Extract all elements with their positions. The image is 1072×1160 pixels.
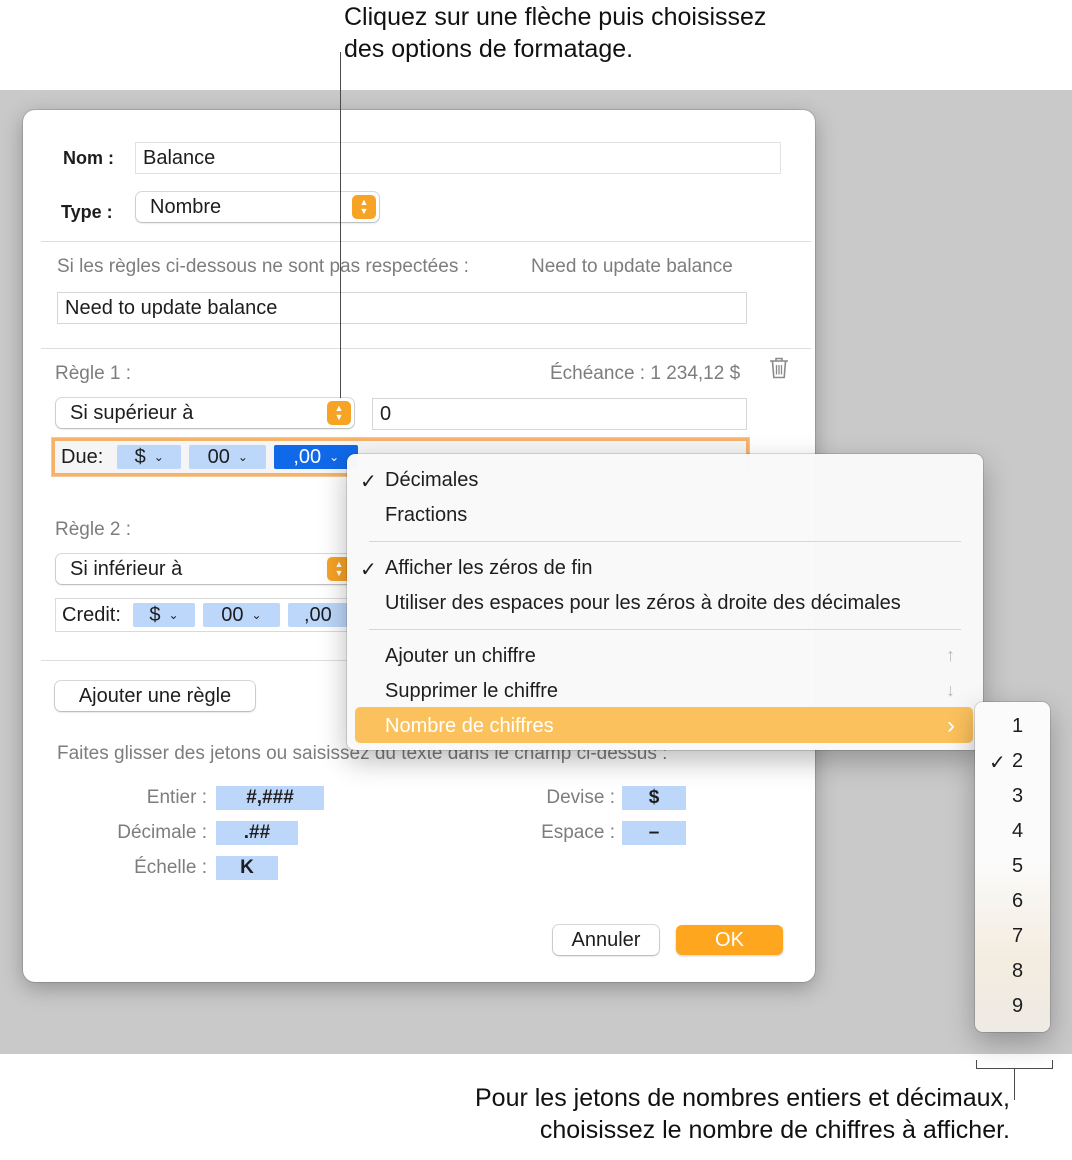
rule1-preview: Échéance : 1 234,12 $ — [550, 363, 741, 384]
menu-item-add-digit[interactable]: Ajouter un chiffre — [385, 645, 536, 668]
type-label: Type : — [61, 202, 113, 222]
menu-item-fractions[interactable]: Fractions — [385, 504, 467, 527]
menu-separator — [369, 541, 961, 542]
callout-top-leader — [340, 52, 341, 398]
submenu-item[interactable]: 1 — [975, 709, 1050, 744]
rule1-value-field[interactable]: 0 — [372, 398, 747, 430]
chevron-down-icon: ⌄ — [153, 450, 164, 464]
menu-item-trailing-zeros[interactable]: Afficher les zéros de fin — [385, 557, 593, 580]
integer-token[interactable]: 00 ⌄ — [189, 445, 267, 469]
chevron-down-icon: ⌄ — [251, 608, 262, 622]
submenu-item-selected[interactable]: ✓ 2 — [975, 744, 1050, 779]
currency-label: Devise : — [546, 787, 615, 808]
scale-palette-token[interactable]: K — [216, 856, 278, 880]
checkmark-icon: ✓ — [360, 471, 377, 493]
integer-token[interactable]: 00 ⌄ — [202, 603, 280, 627]
menu-separator — [369, 629, 961, 630]
currency-palette-token[interactable]: $ — [622, 786, 686, 810]
menu-item-decimales[interactable]: Décimales — [385, 469, 478, 492]
rule1-condition-value: Si supérieur à — [70, 401, 194, 424]
decimal-token[interactable]: ,00 — [287, 603, 348, 627]
rule2-format-label: Credit: — [62, 603, 121, 626]
callout-top-line2: des options de formatage. — [344, 35, 634, 63]
space-label: Espace : — [541, 822, 615, 843]
callout-bottom-line2: choisissez le nombre de chiffres à affic… — [539, 1116, 1010, 1144]
digit-count-submenu: 1 ✓ 2 3 4 5 6 7 8 9 — [975, 702, 1050, 1032]
callout-bracket-right — [1052, 1060, 1053, 1069]
menu-item-use-spaces[interactable]: Utiliser des espaces pour les zéros à dr… — [385, 592, 901, 615]
rule2-condition-popup[interactable]: Si inférieur à ▲ ▼ — [56, 554, 354, 584]
decimal-palette-token[interactable]: .## — [216, 821, 298, 845]
name-label: Nom : — [63, 148, 114, 168]
updown-chevron-icon: ▲ ▼ — [352, 195, 376, 219]
type-popup-value: Nombre — [150, 195, 222, 218]
message-field[interactable]: Need to update balance — [57, 292, 747, 324]
updown-chevron-icon: ▲ ▼ — [327, 401, 351, 425]
format-options-menu: ✓ Décimales Fractions ✓ Afficher les zér… — [347, 454, 983, 750]
checkmark-icon: ✓ — [360, 559, 377, 581]
submenu-item[interactable]: 4 — [975, 814, 1050, 849]
trash-icon[interactable] — [768, 356, 790, 380]
name-field[interactable]: Balance — [135, 142, 781, 174]
currency-token[interactable]: $ ⌄ — [132, 603, 195, 627]
callout-top: Cliquez sur une flèche puis choisissez d… — [344, 1, 766, 65]
submenu-item[interactable]: 9 — [975, 989, 1050, 1024]
arrow-up-icon: ↑ — [946, 645, 955, 665]
divider-rules — [41, 348, 811, 349]
rule1-format-label: Due: — [61, 445, 104, 468]
submenu-item[interactable]: 7 — [975, 919, 1050, 954]
currency-token[interactable]: $ ⌄ — [117, 445, 182, 469]
decimal-label: Décimale : — [117, 822, 207, 843]
submenu-item[interactable]: 5 — [975, 849, 1050, 884]
integer-palette-token[interactable]: #,### — [216, 786, 324, 810]
scale-label: Échelle : — [134, 857, 207, 878]
rule2-label: Règle 2 : — [55, 519, 132, 540]
cancel-button[interactable]: Annuler — [553, 925, 659, 955]
callout-bracket-left — [976, 1060, 977, 1069]
space-palette-token[interactable]: – — [622, 821, 686, 845]
rules-hint-preview: Need to update balance — [531, 256, 733, 277]
integer-label: Entier : — [146, 787, 207, 808]
callout-bottom-leader — [1014, 1068, 1015, 1100]
checkmark-icon: ✓ — [989, 752, 1006, 774]
rule1-label: Règle 1 : — [55, 363, 132, 384]
rules-hint: Si les règles ci-dessous ne sont pas res… — [57, 256, 469, 277]
rule2-format-field[interactable]: Credit: $ ⌄ 00 ⌄ ,00 — [55, 598, 375, 632]
divider-top — [41, 241, 811, 242]
callout-top-line1: Cliquez sur une flèche puis choisissez — [344, 3, 767, 31]
decimal-token-selected[interactable]: ,00 ⌄ — [274, 445, 359, 469]
chevron-down-icon: ⌄ — [168, 608, 179, 622]
arrow-down-icon: ↓ — [946, 680, 955, 700]
callout-bottom-line1: Pour les jetons de nombres entiers et dé… — [475, 1084, 1010, 1112]
menu-item-digit-count[interactable]: Nombre de chiffres — [385, 715, 554, 738]
rule2-condition-value: Si inférieur à — [70, 557, 183, 580]
submenu-item[interactable]: 8 — [975, 954, 1050, 989]
chevron-right-icon: › — [947, 712, 955, 739]
chevron-down-icon: ⌄ — [237, 450, 248, 464]
type-popup[interactable]: Nombre ▲ ▼ — [136, 192, 379, 222]
callout-bottom: Pour les jetons de nombres entiers et dé… — [380, 1082, 1010, 1146]
ok-button[interactable]: OK — [676, 925, 783, 955]
submenu-item[interactable]: 6 — [975, 884, 1050, 919]
rule1-condition-popup[interactable]: Si supérieur à ▲ ▼ — [56, 398, 354, 428]
menu-item-remove-digit[interactable]: Supprimer le chiffre — [385, 680, 558, 703]
add-rule-button[interactable]: Ajouter une règle — [55, 681, 255, 711]
submenu-item[interactable]: 3 — [975, 779, 1050, 814]
chevron-down-icon: ⌄ — [329, 450, 340, 464]
